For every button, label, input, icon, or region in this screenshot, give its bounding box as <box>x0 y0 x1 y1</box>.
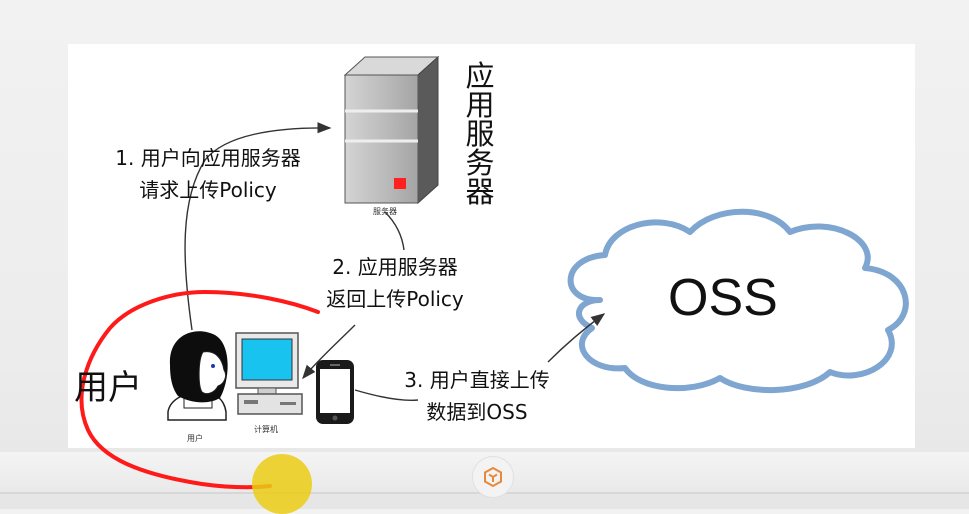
user-caption: 用户 <box>187 434 203 443</box>
step2-line1: 2. 应用服务器 <box>332 255 458 279</box>
cursor-highlight <box>252 454 312 514</box>
computer-caption: 计算机 <box>254 425 278 434</box>
server-title-char: 器 <box>465 175 495 209</box>
computer-icon <box>235 332 303 415</box>
step3-line1: 3. 用户直接上传 <box>404 368 550 392</box>
server-icon <box>343 55 440 205</box>
user-label: 用户 <box>74 368 142 408</box>
step3-line2: 数据到OSS <box>426 400 528 424</box>
oss-label: OSS <box>668 269 778 327</box>
phone-icon <box>316 360 354 424</box>
arrow-step2-top <box>384 211 405 251</box>
user-icon <box>167 331 228 421</box>
server-caption: 服务器 <box>373 207 397 216</box>
player-logo-button[interactable] <box>472 456 514 498</box>
logo-icon <box>484 466 502 488</box>
step2-line2: 返回上传Policy <box>326 287 464 311</box>
server-title-char: 用 <box>465 88 495 122</box>
server-title-char: 应 <box>465 59 495 93</box>
server-title-char: 服 <box>465 117 495 151</box>
server-title: 应 用 服 务 器 <box>465 62 495 207</box>
step1-line2: 请求上传Policy <box>139 178 277 202</box>
server-indicator-light <box>394 178 406 189</box>
step1-line1: 1. 用户向应用服务器 <box>115 146 301 170</box>
server-title-char: 务 <box>465 146 495 180</box>
